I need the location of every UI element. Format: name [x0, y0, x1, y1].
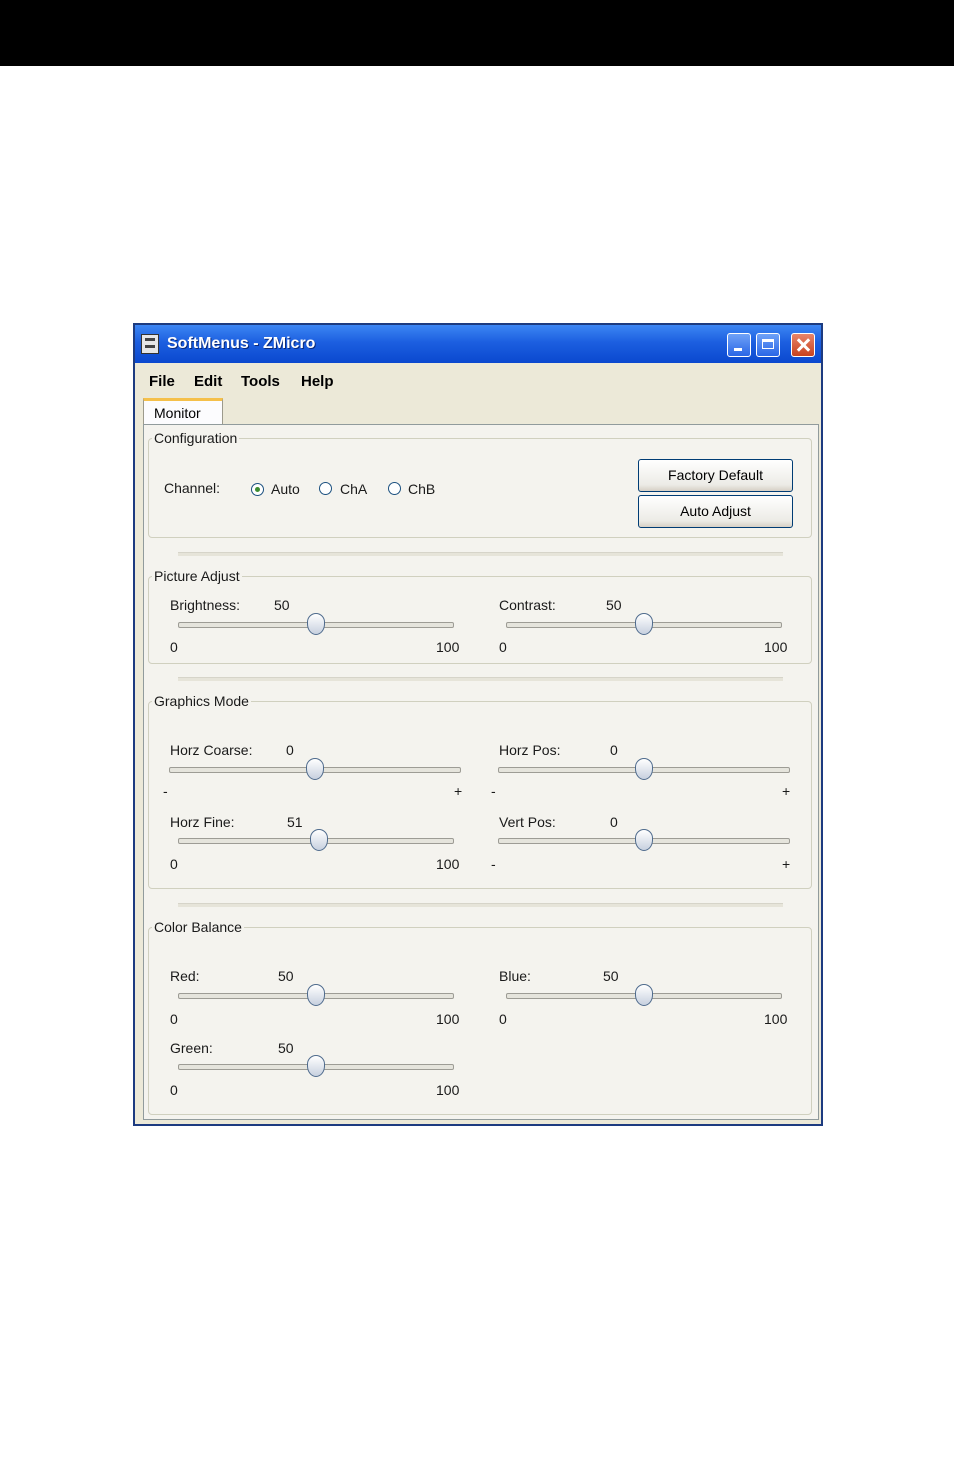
- picture-adjust-group: [148, 576, 812, 664]
- red-min: 0: [170, 1011, 178, 1027]
- radio-chb-label[interactable]: ChB: [408, 481, 435, 497]
- menu-bar: File Edit Tools Help: [135, 363, 821, 399]
- horz-pos-slider[interactable]: [498, 758, 790, 780]
- red-value: 50: [278, 968, 294, 984]
- close-icon[interactable]: [791, 333, 815, 357]
- horz-coarse-max: +: [454, 783, 463, 799]
- red-label: Red:: [170, 968, 200, 984]
- horz-pos-label: Horz Pos:: [499, 742, 561, 758]
- blue-label: Blue:: [499, 968, 531, 984]
- horz-fine-value: 51: [287, 814, 303, 830]
- blue-slider[interactable]: [506, 984, 782, 1006]
- horz-fine-max: 100: [436, 856, 460, 872]
- horz-pos-max: +: [782, 783, 791, 799]
- vert-pos-slider[interactable]: [498, 829, 790, 851]
- window-title: SoftMenus - ZMicro: [167, 335, 316, 352]
- horz-coarse-label: Horz Coarse:: [170, 742, 253, 758]
- contrast-max: 100: [764, 639, 788, 655]
- blue-value: 50: [603, 968, 619, 984]
- blue-min: 0: [499, 1011, 507, 1027]
- menu-file[interactable]: File: [149, 373, 175, 390]
- green-value: 50: [278, 1040, 294, 1056]
- vert-pos-slider-thumb[interactable]: [635, 829, 653, 851]
- radio-chb[interactable]: [388, 482, 401, 495]
- factory-default-button[interactable]: Factory Default: [638, 459, 793, 492]
- radio-auto-label[interactable]: Auto: [271, 481, 300, 497]
- brightness-max: 100: [436, 639, 460, 655]
- color-balance-title: Color Balance: [152, 919, 244, 935]
- separator: [178, 903, 783, 907]
- vert-pos-min: -: [491, 856, 496, 872]
- horz-coarse-min: -: [163, 783, 168, 799]
- green-min: 0: [170, 1082, 178, 1098]
- contrast-slider[interactable]: [506, 613, 782, 635]
- brightness-label: Brightness:: [170, 597, 241, 613]
- contrast-label: Contrast:: [499, 597, 556, 613]
- red-slider[interactable]: [178, 984, 454, 1006]
- horz-pos-value: 0: [610, 742, 618, 758]
- vert-pos-max: +: [782, 856, 791, 872]
- horz-fine-slider[interactable]: [178, 829, 454, 851]
- green-slider-thumb[interactable]: [307, 1055, 325, 1077]
- graphics-mode-group: [148, 701, 812, 889]
- menu-tools[interactable]: Tools: [241, 373, 280, 390]
- blue-max: 100: [764, 1011, 788, 1027]
- contrast-slider-thumb[interactable]: [635, 613, 653, 635]
- horz-coarse-slider[interactable]: [169, 758, 461, 780]
- softmenus-window: SoftMenus - ZMicro File Edit Tools Help …: [133, 323, 823, 1126]
- maximize-icon[interactable]: [756, 333, 780, 357]
- red-slider-thumb[interactable]: [307, 984, 325, 1006]
- horz-fine-min: 0: [170, 856, 178, 872]
- menu-edit[interactable]: Edit: [194, 373, 222, 390]
- horz-coarse-value: 0: [286, 742, 294, 758]
- channel-label: Channel:: [164, 480, 221, 496]
- red-max: 100: [436, 1011, 460, 1027]
- monitor-panel: Configuration Channel: Auto ChA ChB Fact…: [143, 424, 819, 1120]
- blue-slider-thumb[interactable]: [635, 984, 653, 1006]
- separator: [178, 677, 783, 681]
- vert-pos-value: 0: [610, 814, 618, 830]
- configuration-title: Configuration: [152, 430, 240, 446]
- radio-cha[interactable]: [319, 482, 332, 495]
- vert-pos-label: Vert Pos:: [499, 814, 556, 830]
- top-black-bar: [0, 0, 954, 66]
- brightness-value: 50: [274, 597, 290, 613]
- radio-cha-label[interactable]: ChA: [340, 481, 367, 497]
- tab-monitor[interactable]: Monitor: [143, 398, 223, 425]
- horz-pos-min: -: [491, 783, 496, 799]
- color-balance-group: [148, 927, 812, 1115]
- minimize-icon[interactable]: [727, 333, 751, 357]
- brightness-slider[interactable]: [178, 613, 454, 635]
- green-label: Green:: [170, 1040, 213, 1056]
- contrast-min: 0: [499, 639, 507, 655]
- app-icon: [141, 334, 159, 354]
- picture-adjust-title: Picture Adjust: [152, 568, 242, 584]
- brightness-min: 0: [170, 639, 178, 655]
- horz-fine-label: Horz Fine:: [170, 814, 235, 830]
- horz-pos-slider-thumb[interactable]: [635, 758, 653, 780]
- green-max: 100: [436, 1082, 460, 1098]
- green-slider[interactable]: [178, 1055, 454, 1077]
- radio-auto[interactable]: [251, 483, 264, 496]
- brightness-slider-thumb[interactable]: [307, 613, 325, 635]
- separator: [178, 552, 783, 556]
- auto-adjust-button[interactable]: Auto Adjust: [638, 495, 793, 528]
- graphics-mode-title: Graphics Mode: [152, 693, 251, 709]
- title-bar[interactable]: SoftMenus - ZMicro: [135, 325, 821, 363]
- horz-coarse-slider-thumb[interactable]: [306, 758, 324, 780]
- menu-help[interactable]: Help: [301, 373, 334, 390]
- horz-fine-slider-thumb[interactable]: [309, 829, 328, 851]
- contrast-value: 50: [606, 597, 622, 613]
